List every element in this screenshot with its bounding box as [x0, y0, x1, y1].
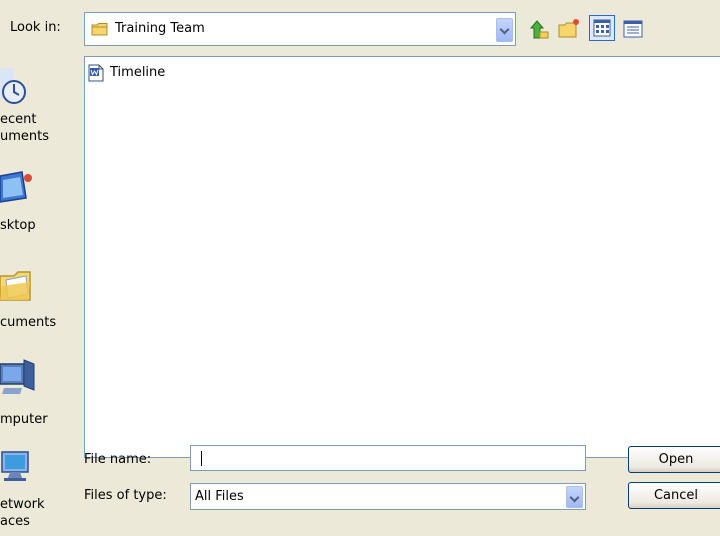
file-list[interactable]: Timeline — [84, 56, 720, 458]
look-in-label: Look in: — [10, 20, 61, 35]
look-in-dropdown-button[interactable] — [496, 18, 513, 42]
my-documents-icon — [0, 264, 34, 310]
my-computer-icon — [0, 358, 36, 402]
files-of-type-label: Files of type: — [84, 488, 167, 503]
files-of-type-dropdown-button[interactable] — [566, 486, 583, 508]
desktop-icon — [0, 168, 34, 212]
tools-icon[interactable] — [620, 16, 646, 42]
place-label: etwork aces — [0, 497, 45, 529]
look-in-value: Training Team — [115, 21, 205, 36]
folder-icon — [91, 22, 109, 36]
file-name: Timeline — [110, 65, 166, 80]
text-caret — [201, 451, 202, 466]
files-of-type-value: All Files — [195, 489, 244, 504]
network-places-icon — [0, 450, 34, 490]
file-name-input[interactable] — [190, 445, 586, 471]
file-name-label: File name: — [84, 452, 152, 467]
create-new-folder-icon[interactable] — [556, 16, 582, 42]
look-in-dropdown[interactable]: Training Team — [84, 12, 516, 46]
up-one-level-icon[interactable] — [526, 16, 552, 42]
recent-documents-icon — [0, 64, 28, 108]
place-label: sktop — [0, 218, 36, 233]
word-document-icon — [88, 64, 104, 82]
cancel-button[interactable]: Cancel — [628, 482, 720, 509]
views-menu-icon[interactable] — [589, 15, 615, 41]
places-bar: ecent uments sktop cuments mputer etwork… — [0, 56, 80, 536]
place-label: cuments — [0, 315, 57, 330]
place-label: mputer — [0, 412, 48, 427]
open-button[interactable]: Open — [628, 446, 720, 473]
place-label: ecent uments — [0, 112, 50, 144]
files-of-type-dropdown[interactable]: All Files — [190, 483, 586, 510]
